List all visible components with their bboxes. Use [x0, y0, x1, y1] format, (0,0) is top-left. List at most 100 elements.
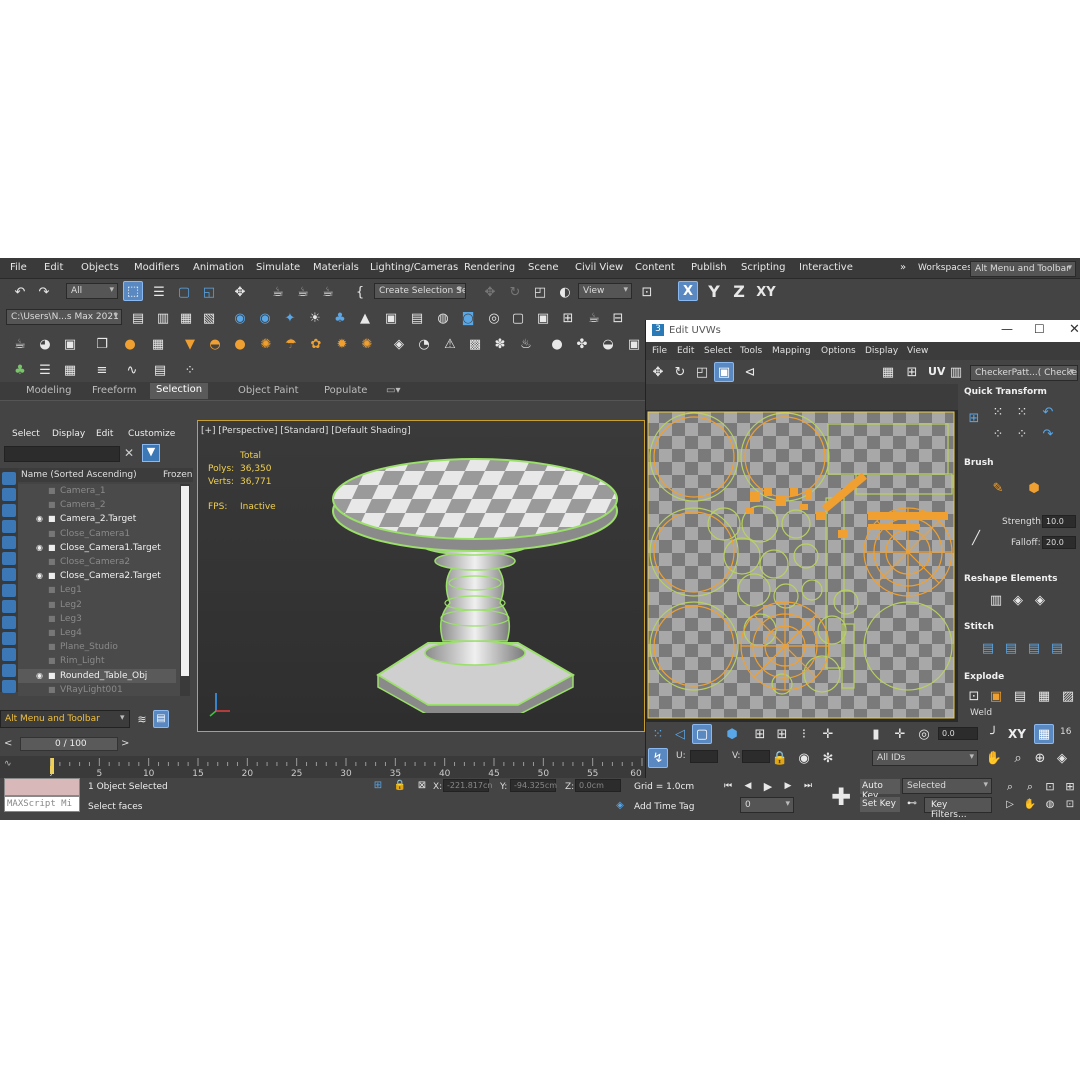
menu-objects[interactable]: Objects: [81, 262, 119, 273]
uv-move-icon[interactable]: ✥: [648, 362, 668, 382]
maxscript-listener-output[interactable]: [4, 778, 80, 796]
menu-simulate[interactable]: Simulate: [256, 262, 300, 273]
pivot-icon[interactable]: ⊡: [637, 282, 657, 302]
uv-menu-view[interactable]: View: [907, 346, 928, 356]
uv-display-icon[interactable]: ▥: [946, 362, 966, 382]
explode-title[interactable]: Explode: [964, 672, 1004, 682]
list-item[interactable]: ■ Leg4: [18, 626, 176, 640]
uv-grid-icon[interactable]: ⊞: [902, 362, 922, 382]
workspace-selector-dropdown[interactable]: Alt Menu and Toolbar: [970, 261, 1076, 277]
visibility-eye-icon[interactable]: ◉: [36, 543, 43, 552]
material-sphere-icon[interactable]: ●: [120, 334, 140, 354]
fov-icon[interactable]: ▷: [1002, 797, 1018, 813]
list-item[interactable]: ◉ ■ Camera_2.Target: [18, 512, 176, 526]
texture-dropdown[interactable]: CheckerPatt...( Checker ): [970, 365, 1078, 381]
key-filters-button[interactable]: Key Filters...: [924, 797, 992, 820]
ribbon-tab-object-paint[interactable]: Object Paint: [238, 385, 299, 396]
sphere-fade-icon[interactable]: ◔: [414, 334, 434, 354]
container-filter-icon[interactable]: [2, 616, 16, 629]
uv-zoom-region-icon[interactable]: ⊕: [1030, 748, 1050, 768]
uv-frame-icon[interactable]: ◈: [1052, 748, 1072, 768]
unlink-icon[interactable]: ☕: [293, 282, 313, 302]
goto-end-icon[interactable]: ⏭: [800, 778, 816, 794]
maximize-viewport-icon[interactable]: ⊡: [1062, 797, 1078, 813]
track-bar[interactable]: ∿ 0 5 10 15 20 25 30 35 40 45 50 55 60: [0, 756, 645, 778]
menu-scripting[interactable]: Scripting: [741, 262, 785, 273]
uv-freeform-icon[interactable]: ▣: [714, 362, 734, 382]
plane-icon[interactable]: ▩: [465, 334, 485, 354]
uv-grid-snap-icon[interactable]: ▦: [1034, 724, 1054, 744]
explode-checker-icon[interactable]: ▦: [1034, 686, 1054, 706]
uv-scale-icon[interactable]: ◰: [692, 362, 712, 382]
dome-light-icon[interactable]: ◓: [205, 334, 225, 354]
render-frame-icon[interactable]: ▣: [533, 308, 553, 328]
strength-input[interactable]: 10.0: [1042, 515, 1076, 528]
ribbon-options-icon[interactable]: ▭▾: [386, 385, 400, 396]
selection-filter-dropdown[interactable]: All: [66, 283, 118, 299]
ribbon-icon[interactable]: ▧: [199, 308, 219, 328]
ribbon-tab-populate[interactable]: Populate: [324, 385, 367, 396]
material-ids-dropdown[interactable]: All IDs: [872, 750, 978, 766]
move-icon[interactable]: ✥: [480, 282, 500, 302]
menu-content[interactable]: Content: [635, 262, 675, 273]
maxscript-mini-listener[interactable]: MAXScript Mi: [4, 796, 80, 812]
teapot-render-icon[interactable]: ☕: [584, 308, 604, 328]
select-move-icon[interactable]: ✥: [230, 282, 250, 302]
window-crossing-icon[interactable]: ◱: [199, 282, 219, 302]
set-key-mode-icon[interactable]: ✚: [826, 782, 856, 812]
layer-icon[interactable]: ▤: [128, 308, 148, 328]
goto-start-icon[interactable]: ⏮: [720, 778, 736, 794]
uv-xy-button[interactable]: XY: [1008, 727, 1026, 741]
rotate-icon[interactable]: ↻: [505, 282, 525, 302]
fire-icon[interactable]: ♨: [516, 334, 536, 354]
set-key-button[interactable]: Set Key: [860, 797, 900, 812]
axis-y-button[interactable]: Y: [704, 282, 724, 302]
column-frozen-header[interactable]: Frozen: [163, 470, 193, 480]
list-item[interactable]: ■ Close_Camera1: [18, 527, 176, 541]
stitch-title[interactable]: Stitch: [964, 622, 994, 632]
uv-menu-mapping[interactable]: Mapping: [772, 346, 811, 356]
viewport-label[interactable]: [+] [Perspective] [Standard] [Default Sh…: [201, 426, 411, 436]
uv-select-1-icon[interactable]: ⊞: [750, 724, 770, 744]
y-coord-input[interactable]: -94.325cm: [510, 779, 557, 792]
fur-icon[interactable]: ⚠: [440, 334, 460, 354]
play-icon[interactable]: ▶: [760, 778, 776, 794]
sphere-light-icon[interactable]: ●: [230, 334, 250, 354]
grid-table-icon[interactable]: ▦: [60, 360, 80, 380]
hidden-filter-icon[interactable]: [2, 648, 16, 661]
axis-z-button[interactable]: Z: [729, 282, 749, 302]
sky-light-icon[interactable]: ✺: [357, 334, 377, 354]
vfb-icon[interactable]: ▣: [624, 334, 644, 354]
flatten-icon[interactable]: ▤: [1010, 686, 1030, 706]
visibility-eye-icon[interactable]: ◉: [36, 514, 43, 523]
maximize-icon[interactable]: ☐: [1034, 322, 1045, 336]
menu-interactive[interactable]: Interactive: [799, 262, 853, 273]
scene-explorer-search[interactable]: [4, 446, 120, 462]
ribbon-tab-selection[interactable]: Selection: [150, 383, 209, 399]
isolate-icon[interactable]: ⊞: [370, 778, 386, 794]
scene-explorer-menu-customize[interactable]: Customize: [128, 429, 175, 439]
uv-menu-edit[interactable]: Edit: [677, 346, 694, 356]
render-setup-icon[interactable]: ◙: [458, 308, 478, 328]
spotlight-icon[interactable]: ▼: [180, 334, 200, 354]
list-item[interactable]: ◉ ■ Close_Camera2.Target: [18, 569, 176, 583]
zoom-extents-all-icon[interactable]: ⊞: [1062, 778, 1078, 794]
uv-zoom-icon[interactable]: ⌕: [1008, 748, 1028, 768]
uv-pan-icon[interactable]: ✋: [984, 748, 1004, 768]
filter-icon[interactable]: ▼: [142, 444, 160, 462]
grass-icon[interactable]: ✽: [490, 334, 510, 354]
frozen-filter-icon[interactable]: [2, 632, 16, 645]
ribbon-tab-modeling[interactable]: Modeling: [26, 385, 72, 396]
uv-menu-file[interactable]: File: [652, 346, 667, 356]
uv-soft-select-icon[interactable]: ◎: [914, 724, 934, 744]
uv-menu-display[interactable]: Display: [865, 346, 898, 356]
sun-light-icon[interactable]: ✹: [332, 334, 352, 354]
color-swatch-icon[interactable]: ◒: [598, 334, 618, 354]
multi-material-icon[interactable]: ✤: [572, 334, 592, 354]
copy-icon[interactable]: ❐: [92, 334, 112, 354]
menu-animation[interactable]: Animation: [193, 262, 244, 273]
geometry-filter-icon[interactable]: [2, 472, 16, 485]
uv-rotate-icon[interactable]: ↻: [670, 362, 690, 382]
key-selection-dropdown[interactable]: Selected: [902, 778, 992, 794]
uv-shrink-icon[interactable]: ✛: [818, 724, 838, 744]
